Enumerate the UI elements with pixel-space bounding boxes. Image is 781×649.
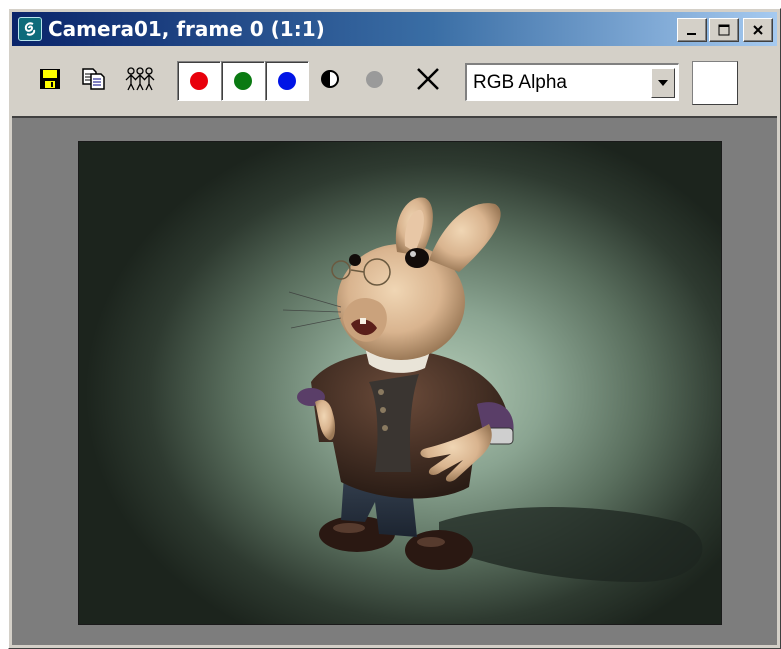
monochrome-button[interactable] <box>316 65 344 93</box>
clear-button[interactable] <box>414 65 442 93</box>
green-channel-button[interactable] <box>221 61 265 101</box>
rabbit-character-render <box>282 197 703 582</box>
close-icon <box>753 25 763 35</box>
rendered-frame-window: Camera01, frame 0 (1:1) RGB Alpha <box>8 8 781 649</box>
half-circle-icon <box>321 70 339 88</box>
red-channel-button[interactable] <box>177 61 221 101</box>
red-dot-icon <box>190 72 208 90</box>
gray-dot-icon <box>365 70 383 88</box>
alpha-channel-button[interactable] <box>360 65 388 93</box>
close-button[interactable] <box>743 18 773 42</box>
maximize-button[interactable] <box>709 18 739 42</box>
app-logo-icon <box>18 17 42 41</box>
display-channel-dropdown[interactable]: RGB Alpha <box>465 63 679 101</box>
toolbar: RGB Alpha <box>12 49 777 113</box>
copy-image-button[interactable] <box>80 65 108 93</box>
blue-channel-button[interactable] <box>265 61 309 101</box>
window-title: Camera01, frame 0 (1:1) <box>48 17 325 41</box>
chevron-down-icon <box>658 79 668 86</box>
rendered-image <box>78 141 722 625</box>
minimize-button[interactable] <box>677 18 707 42</box>
display-channel-value: RGB Alpha <box>473 71 567 93</box>
dropdown-arrow-button[interactable] <box>651 67 675 98</box>
minimize-icon <box>687 33 696 35</box>
blue-dot-icon <box>278 72 296 90</box>
floppy-disk-icon <box>40 69 60 89</box>
clone-window-button[interactable] <box>122 65 158 93</box>
x-icon <box>417 68 439 90</box>
save-image-button[interactable] <box>36 65 64 93</box>
clone-people-icon <box>125 67 155 91</box>
copy-icon <box>82 68 105 90</box>
green-dot-icon <box>234 72 252 90</box>
render-viewport <box>12 116 777 645</box>
caption-buttons <box>677 18 773 42</box>
background-color-swatch[interactable] <box>692 61 738 105</box>
title-bar[interactable]: Camera01, frame 0 (1:1) <box>12 12 777 46</box>
maximize-icon <box>718 24 730 36</box>
